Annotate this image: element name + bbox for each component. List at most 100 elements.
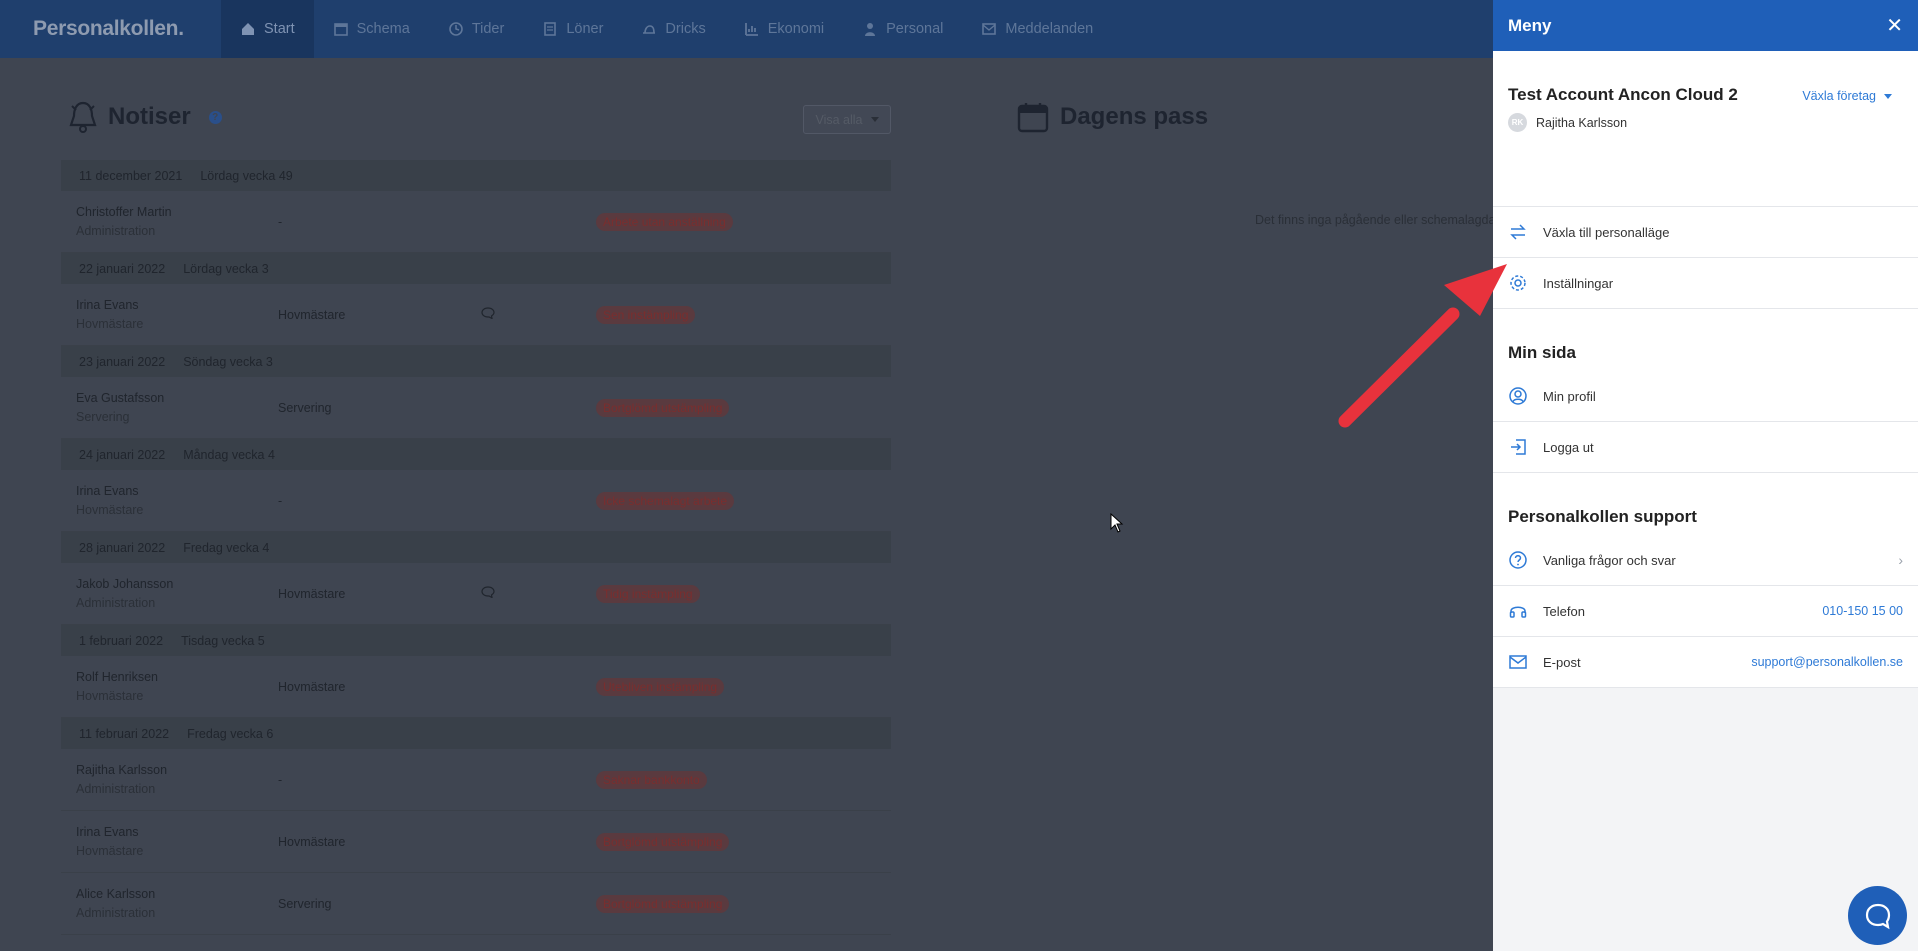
close-icon[interactable]: ✕ [1886, 13, 1903, 38]
filter-label: Visa alla [815, 112, 863, 127]
notices-header: Notiser ? [68, 100, 222, 134]
employee-dept: Administration [76, 223, 156, 238]
date-group-header: 11 februari 2022 Fredag vecka 6 [61, 718, 891, 749]
status-badge: Bortglömd utstämpling [596, 398, 730, 417]
comment-icon[interactable] [481, 586, 495, 599]
menu-item-logga-ut[interactable]: Logga ut [1493, 422, 1918, 473]
status-badge: Bortglömd utstämpling [596, 832, 730, 851]
side-menu: Meny ✕ Test Account Ancon Cloud 2 Växla … [1493, 0, 1918, 951]
menu-item-min-profil[interactable]: Min profil [1493, 371, 1918, 422]
employee-name: Irina Evans [76, 297, 139, 312]
employee-dept: Hovmästare [76, 688, 144, 703]
employee-name: Irina Evans [76, 824, 139, 839]
date-group-header: 1 februari 2022 Tisdag vecka 5 [61, 625, 891, 656]
group-date: 24 januari 2022 [79, 447, 166, 462]
employee-cell: Irina Evans Hovmästare [76, 482, 278, 520]
switch-company-button[interactable]: Växla företag [1802, 89, 1892, 103]
chat-support-button[interactable] [1848, 886, 1907, 945]
help-icon[interactable]: ? [208, 110, 222, 124]
group-week: Fredag vecka 6 [187, 726, 274, 741]
avatar: RK [1508, 113, 1527, 132]
menu-item-vanliga-frågor-och-svar[interactable]: Vanliga frågor och svar › [1493, 535, 1918, 586]
nav-item-löner[interactable]: Löner [523, 0, 622, 58]
table-row[interactable]: Irina Evans Hovmästare Hovmästare Bortglömd… [61, 811, 891, 873]
table-row[interactable]: Jakob Johansson Administration Hovmästare T… [61, 563, 891, 625]
mouse-cursor-icon [1110, 513, 1124, 533]
menu-item-inställningar[interactable]: Inställningar [1493, 258, 1918, 309]
table-row[interactable]: Rajitha Karlsson Administration - Saknar ba… [61, 749, 891, 811]
status-badge: Arbete utan anställning [596, 212, 733, 231]
date-group-header: 11 december 2021 Lördag vecka 49 [61, 160, 891, 191]
group-week: Fredag vecka 4 [183, 540, 270, 555]
support-title: Personalkollen support [1493, 473, 1918, 535]
home-icon [242, 23, 254, 35]
position-cell: Hovmästare [278, 586, 346, 601]
nav-item-label: Start [264, 21, 295, 37]
app-logo[interactable]: Personalkollen. [33, 17, 221, 41]
date-group-header: 22 januari 2022 Lördag vecka 3 [61, 253, 891, 284]
group-week: Söndag vecka 3 [183, 354, 273, 369]
employee-dept: Hovmästare [76, 843, 144, 858]
position-cell: - [278, 493, 283, 508]
headset-icon [1509, 606, 1527, 618]
status-badge: Utebliven instämpling [596, 677, 725, 696]
bell-icon [69, 101, 97, 133]
table-row[interactable]: Alice Karlsson Administration Servering Bor… [61, 873, 891, 935]
menu-header: Meny ✕ [1493, 0, 1918, 51]
group-date: 22 januari 2022 [79, 261, 166, 276]
table-row[interactable]: Irina Evans Hovmästare Hovmästare Sen instä… [61, 284, 891, 346]
issue-cell: Bortglömd utstämpling [596, 398, 730, 417]
nav-item-dricks[interactable]: Dricks [622, 0, 724, 58]
comment-icon[interactable] [481, 307, 495, 320]
table-row[interactable]: Eva Gustafsson Servering Servering Bortglöm… [61, 377, 891, 439]
nav-item-label: Tider [471, 21, 505, 37]
position-cell: Servering [278, 400, 332, 415]
employee-name: Irina Evans [76, 483, 139, 498]
nav-item-start[interactable]: Start [221, 0, 314, 58]
notice-filter-select[interactable]: Visa alla [803, 105, 891, 134]
position-cell: Hovmästare [278, 679, 346, 694]
envelope-icon [982, 23, 997, 35]
menu-item-value[interactable]: support@personalkollen.se [1751, 655, 1903, 669]
nav-item-meddelanden[interactable]: Meddelanden [962, 0, 1112, 58]
issue-cell: Bortglömd utstämpling [596, 894, 730, 913]
tip-icon [643, 25, 656, 34]
status-badge: Icke schemalagt arbete [596, 491, 735, 510]
menu-item-value[interactable]: 010-150 15 00 [1822, 604, 1903, 618]
menu-item-label: Vanliga frågor och svar [1543, 552, 1676, 568]
menu-item-e-post[interactable]: E-post support@personalkollen.se [1493, 637, 1918, 688]
calendar-icon [1017, 103, 1049, 133]
employee-cell: Irina Evans Hovmästare [76, 296, 278, 334]
menu-top-items: Växla till personalläge Inställningar [1493, 206, 1918, 309]
comment-cell [481, 586, 596, 601]
nav-item-ekonomi[interactable]: Ekonomi [725, 0, 843, 58]
employee-name: Eva Gustafsson [76, 390, 165, 405]
employee-name: Christoffer Martin [76, 204, 172, 219]
account-panel: Test Account Ancon Cloud 2 Växla företag… [1493, 51, 1918, 206]
group-date: 11 december 2021 [79, 168, 183, 183]
employee-name: Jakob Johansson [76, 576, 174, 591]
employee-cell: Rajitha Karlsson Administration [76, 761, 278, 799]
logout-icon [1511, 439, 1526, 455]
employee-cell: Alice Karlsson Administration [76, 885, 278, 923]
group-week: Måndag vecka 4 [183, 447, 275, 462]
table-row[interactable]: Rolf Henriksen Hovmästare Hovmästare Utebli… [61, 656, 891, 718]
position-cell: Hovmästare [278, 307, 346, 322]
notices-title: Notiser [108, 103, 191, 130]
menu-item-telefon[interactable]: Telefon 010-150 15 00 [1493, 586, 1918, 637]
status-badge: Saknar bankkonto [596, 770, 707, 789]
nav-item-tider[interactable]: Tider [429, 0, 524, 58]
document-icon [544, 22, 557, 36]
chat-icon [1865, 903, 1890, 929]
employee-name: Rajitha Karlsson [76, 762, 168, 777]
table-row[interactable]: Christoffer Martin Administration - Arbete … [61, 191, 891, 253]
nav-item-label: Schema [356, 21, 410, 37]
employee-dept: Administration [76, 595, 156, 610]
nav-item-schema[interactable]: Schema [314, 0, 429, 58]
menu-item-växla-till-personalläge[interactable]: Växla till personalläge [1493, 207, 1918, 258]
shifts-title: Dagens pass [1060, 103, 1209, 130]
calendar-icon [333, 23, 348, 36]
nav-item-personal[interactable]: Personal [843, 0, 962, 58]
group-date: 28 januari 2022 [79, 540, 166, 555]
table-row[interactable]: Irina Evans Hovmästare - Icke schemalagt ar… [61, 470, 891, 532]
